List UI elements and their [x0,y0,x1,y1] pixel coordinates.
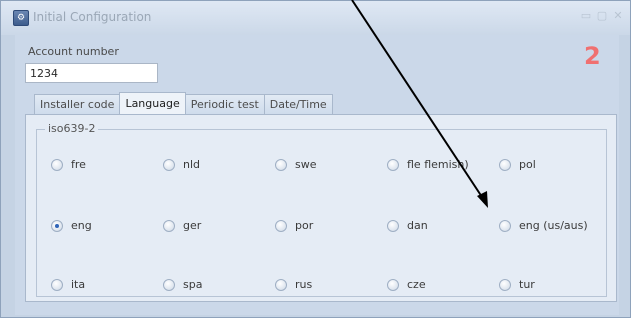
tab-language[interactable]: Language [119,92,186,114]
arrow-shaft [351,0,483,198]
annotation-arrow [351,0,488,208]
